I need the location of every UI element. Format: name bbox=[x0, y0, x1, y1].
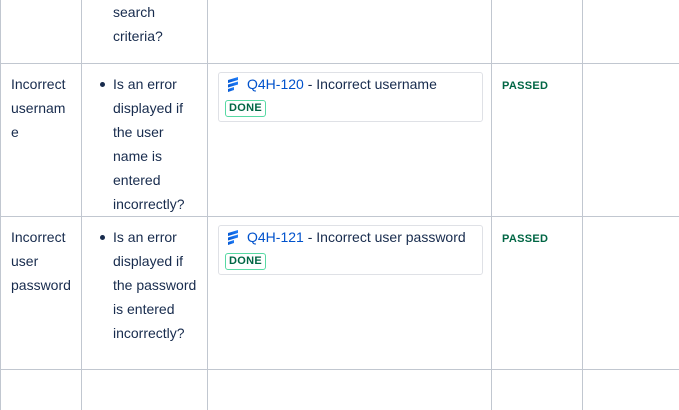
table-row: Incorrect username Is an error displayed… bbox=[0, 62, 679, 217]
jira-issue-cell bbox=[207, 0, 492, 64]
table-row: search criteria? bbox=[0, 0, 679, 64]
issue-key-link[interactable]: Q4H-121 bbox=[247, 227, 304, 247]
table-row: Incorrect user password Is an error disp… bbox=[0, 215, 679, 370]
issue-title: Incorrect username bbox=[316, 75, 437, 92]
check-list: search criteria? bbox=[92, 0, 199, 48]
issue-separator: - bbox=[303, 75, 317, 92]
test-check-cell bbox=[81, 368, 208, 410]
result-cell: PASSED bbox=[491, 215, 583, 370]
result-text: PASSED bbox=[502, 232, 549, 245]
test-check-cell: search criteria? bbox=[81, 0, 208, 64]
extra-cell bbox=[582, 0, 679, 64]
jira-software-icon bbox=[228, 229, 238, 245]
check-list: Is an error displayed if the password is… bbox=[92, 225, 199, 345]
check-item: Is an error displayed if the password is… bbox=[100, 225, 199, 345]
issue-separator: - bbox=[303, 228, 317, 245]
extra-cell bbox=[582, 368, 679, 410]
test-cases-table: search criteria? Incorrect username Is a… bbox=[0, 0, 679, 410]
check-item: search criteria? bbox=[113, 4, 163, 44]
jira-software-icon bbox=[228, 76, 238, 92]
result-cell bbox=[491, 368, 583, 410]
issue-key-link[interactable]: Q4H-120 bbox=[247, 74, 304, 94]
test-check-cell: Is an error displayed if the password is… bbox=[81, 215, 208, 370]
test-name: Incorrect username bbox=[11, 75, 66, 140]
jira-issue-cell bbox=[207, 368, 492, 410]
test-name-cell: Incorrect username bbox=[0, 62, 82, 217]
test-name-cell bbox=[0, 368, 82, 410]
result-cell: PASSED bbox=[491, 62, 583, 217]
extra-cell bbox=[582, 62, 679, 217]
table-row bbox=[0, 368, 679, 410]
result-text: PASSED bbox=[502, 79, 549, 92]
check-item: Is an error displayed if the user name i… bbox=[100, 72, 199, 216]
jira-issue-cell: Q4H-121 - Incorrect user password DONE bbox=[207, 215, 492, 370]
jira-issue-macro[interactable]: Q4H-121 - Incorrect user password DONE bbox=[218, 224, 483, 275]
extra-cell bbox=[582, 215, 679, 370]
jira-issue-macro[interactable]: Q4H-120 - Incorrect username DONE bbox=[218, 71, 483, 122]
test-name: Incorrect user password bbox=[11, 228, 71, 293]
issue-title: Incorrect user password bbox=[316, 228, 466, 245]
test-check-cell: Is an error displayed if the user name i… bbox=[81, 62, 208, 217]
result-cell bbox=[491, 0, 583, 64]
check-list: Is an error displayed if the user name i… bbox=[92, 72, 199, 216]
jira-issue-cell: Q4H-120 - Incorrect username DONE bbox=[207, 62, 492, 217]
test-name-cell: Incorrect user password bbox=[0, 215, 82, 370]
status-lozenge: DONE bbox=[225, 252, 266, 270]
test-name-cell bbox=[0, 0, 82, 64]
status-lozenge: DONE bbox=[225, 99, 266, 117]
